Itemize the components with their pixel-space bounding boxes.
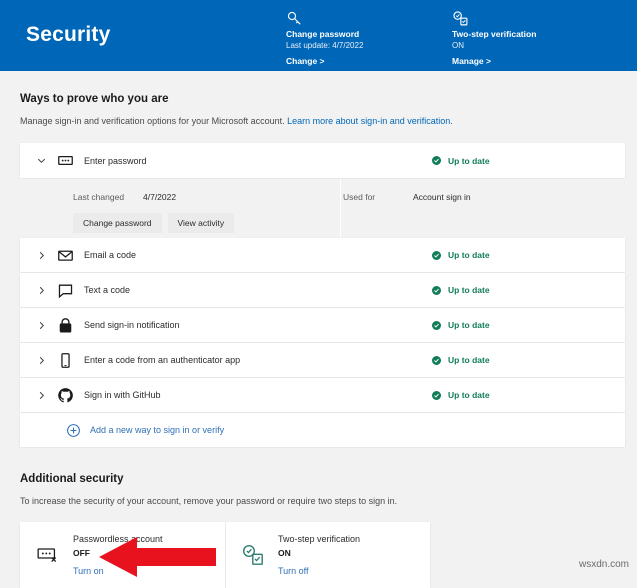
header-tile-title: Change password [286, 29, 360, 39]
status-text: Up to date [448, 250, 490, 260]
status-text: Up to date [448, 355, 490, 365]
status-badge: Up to date [432, 285, 490, 295]
page-title: Security [26, 23, 111, 46]
detail-divider [340, 179, 341, 237]
signin-row-label: Sign in with GitHub [84, 390, 161, 400]
learn-more-link[interactable]: Learn more about sign-in and verificatio… [287, 116, 453, 126]
header-tile-subtitle: Last update: 4/7/2022 [286, 41, 364, 50]
chevron-right-icon[interactable] [30, 390, 52, 401]
ways-section-description-text: Manage sign-in and verification options … [20, 116, 288, 126]
header-tile-two-step-verification[interactable]: Two-step verification ON Manage > [452, 10, 536, 69]
used-for-label: Used for [343, 192, 376, 202]
password-detail-panel: Last changed 4/7/2022 Change password Vi… [20, 179, 625, 237]
main-content: Ways to prove who you are Manage sign-in… [0, 71, 637, 588]
password-detail-buttons: Change password View activity [73, 213, 333, 233]
used-for-value: Account sign in [413, 192, 471, 202]
two-step-verification-icon [452, 10, 536, 27]
chevron-right-icon[interactable] [30, 320, 52, 331]
two-step-verification-icon [238, 543, 268, 567]
tile-body: Two-step verification ON Turn off [268, 532, 360, 579]
check-circle-icon [432, 285, 441, 295]
status-badge: Up to date [432, 250, 490, 260]
tile-title: Two-step verification [278, 533, 361, 544]
turn-on-link[interactable]: Turn on [73, 566, 104, 576]
status-text: Up to date [448, 155, 490, 166]
lock-icon [52, 317, 78, 334]
ways-section-title: Ways to prove who you are [20, 93, 169, 105]
watermark: wsxdn.com [578, 559, 629, 570]
header-tile-link-manage[interactable]: Manage > [452, 56, 491, 66]
signin-row-label: Enter password [84, 155, 147, 166]
last-changed-row: Last changed 4/7/2022 [73, 191, 333, 203]
tile-two-step-verification[interactable]: Two-step verification ON Turn off [225, 522, 430, 588]
tile-passwordless-account[interactable]: Passwordless account OFF Turn on [20, 522, 225, 588]
signin-row-text-a-code[interactable]: Text a code Up to date [20, 273, 625, 307]
add-signin-method-row[interactable]: Add a new way to sign in or verify [20, 413, 625, 447]
signin-row-label: Enter a code from an authenticator app [84, 355, 241, 365]
turn-off-link[interactable]: Turn off [278, 566, 309, 576]
last-changed-label: Last changed [73, 192, 125, 202]
ways-section-header: Ways to prove who you are Manage sign-in… [0, 71, 637, 128]
signin-methods-list: Enter password Up to date Last changed 4… [20, 143, 625, 447]
status-text: Up to date [448, 390, 490, 400]
signin-row-github[interactable]: Sign in with GitHub Up to date [20, 378, 625, 412]
phone-icon [52, 352, 78, 369]
status-text: Up to date [448, 320, 490, 330]
check-circle-icon [432, 320, 441, 330]
signin-row-label: Email a code [84, 250, 137, 260]
tile-title: Passwordless account [73, 533, 163, 544]
additional-security-description: To increase the security of your account… [20, 496, 398, 506]
additional-security-header: Additional security To increase the secu… [0, 473, 637, 508]
plus-circle-icon[interactable] [66, 423, 81, 438]
chevron-down-icon[interactable] [30, 155, 52, 166]
ways-section-description: Manage sign-in and verification options … [20, 105, 617, 128]
signin-row-label: Send sign-in notification [84, 320, 180, 330]
chevron-right-icon[interactable] [30, 285, 52, 296]
header-tile-link-change[interactable]: Change > [286, 56, 325, 66]
additional-security-title: Additional security [20, 473, 124, 485]
add-signin-method-label[interactable]: Add a new way to sign in or verify [90, 425, 224, 435]
tile-state: ON [278, 547, 291, 558]
last-changed-value: 4/7/2022 [143, 192, 177, 202]
password-detail-left: Last changed 4/7/2022 Change password Vi… [20, 179, 333, 237]
additional-security-tiles: Passwordless account OFF Turn on Two-ste… [20, 522, 430, 588]
status-badge: Up to date [432, 156, 490, 166]
key-icon [286, 10, 363, 27]
password-dots-icon [52, 152, 78, 169]
header-tile-title: Two-step verification [452, 29, 537, 39]
tile-state: OFF [73, 547, 90, 558]
chevron-right-icon[interactable] [30, 250, 52, 261]
used-for-row: Used for Account sign in [343, 191, 471, 203]
signin-row-enter-password[interactable]: Enter password Up to date [20, 143, 625, 178]
password-detail-right: Used for Account sign in [333, 179, 471, 237]
status-badge: Up to date [432, 320, 490, 330]
check-circle-icon [432, 390, 441, 400]
view-activity-button[interactable]: View activity [167, 213, 235, 233]
additional-security-section: Additional security To increase the secu… [0, 473, 637, 588]
signin-row-send-signin-notification[interactable]: Send sign-in notification Up to date [20, 308, 625, 342]
chat-bubble-icon [52, 282, 78, 299]
change-password-button[interactable]: Change password [73, 213, 162, 233]
status-badge: Up to date [432, 390, 490, 400]
github-icon [52, 387, 78, 404]
status-badge: Up to date [432, 355, 490, 365]
check-circle-icon [432, 250, 441, 260]
passwordless-icon [33, 543, 63, 567]
header-tile-change-password[interactable]: Change password Last update: 4/7/2022 Ch… [286, 10, 363, 69]
signin-row-authenticator-app[interactable]: Enter a code from an authenticator app U… [20, 343, 625, 377]
status-text: Up to date [448, 285, 490, 295]
tile-body: Passwordless account OFF Turn on [63, 532, 163, 579]
check-circle-icon [432, 355, 441, 365]
header-tile-subtitle: ON [452, 41, 464, 50]
envelope-icon [52, 247, 78, 264]
signin-row-email-a-code[interactable]: Email a code Up to date [20, 238, 625, 272]
check-circle-icon [432, 156, 441, 165]
page-header: Security Change password Last update: 4/… [0, 0, 637, 71]
signin-row-label: Text a code [84, 285, 131, 295]
chevron-right-icon[interactable] [30, 355, 52, 366]
